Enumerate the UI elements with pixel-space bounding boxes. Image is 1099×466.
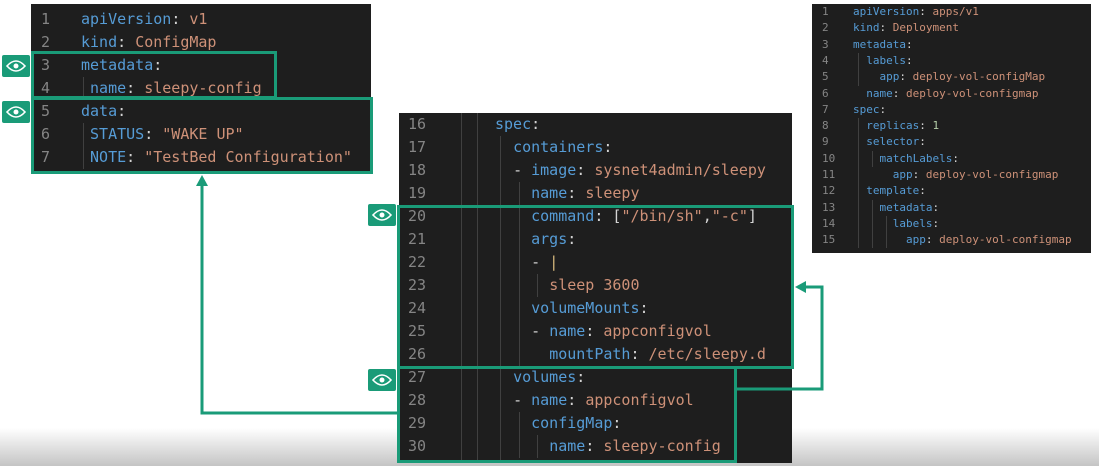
eye-icon [6, 106, 26, 118]
eye-badge[interactable] [368, 369, 396, 391]
connector-arrows [196, 175, 824, 415]
eye-badge[interactable] [2, 55, 30, 77]
eye-badge[interactable] [368, 204, 396, 226]
eye-icon [372, 209, 392, 221]
eye-icon [372, 374, 392, 386]
eye-badge[interactable] [2, 101, 30, 123]
eye-icon [6, 60, 26, 72]
